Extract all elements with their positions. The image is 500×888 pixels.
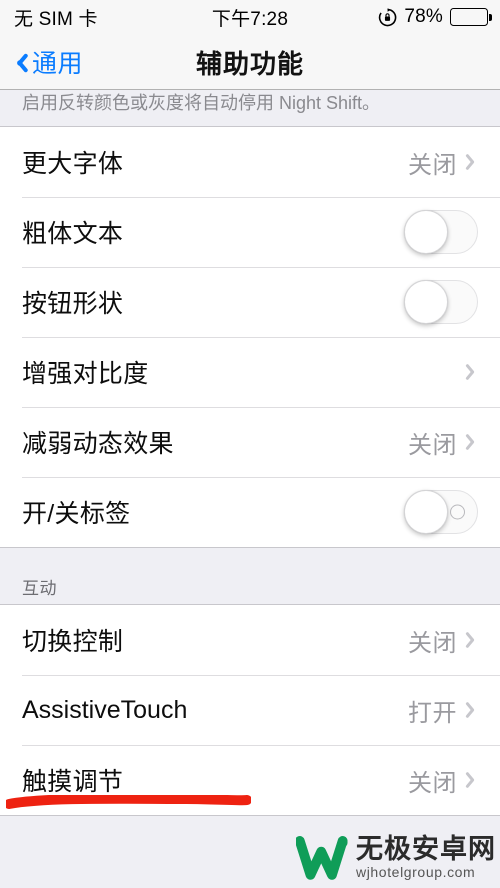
row-button-shapes[interactable]: 按钮形状 (0, 267, 500, 337)
row-bold-text[interactable]: 粗体文本 (0, 197, 500, 267)
chevron-right-icon (469, 770, 480, 790)
status-bar: 无 SIM 卡 下午7:28 78% (0, 0, 500, 34)
chevron-right-icon (469, 152, 480, 172)
row-reduce-motion[interactable]: 减弱动态效果 关闭 (0, 407, 500, 477)
chevron-right-icon (469, 630, 480, 650)
row-value: 关闭 (408, 431, 457, 459)
row-increase-contrast[interactable]: 增强对比度 (0, 337, 500, 407)
row-label: 减弱动态效果 (22, 430, 174, 458)
row-label: 开/关标签 (22, 500, 131, 528)
row-switch-control[interactable]: 切换控制 关闭 (0, 605, 500, 675)
row-value: 关闭 (408, 151, 457, 179)
switch-knob (404, 210, 448, 254)
status-bar-right: 78% (378, 0, 492, 34)
page-title: 辅助功能 (195, 48, 304, 79)
bold-text-switch[interactable] (404, 210, 478, 254)
interaction-settings-group: 切换控制 关闭 AssistiveTouch 打开 触摸调节 关闭 (0, 604, 500, 816)
row-touch-accommodations[interactable]: 触摸调节 关闭 (0, 745, 500, 815)
row-label: 粗体文本 (22, 220, 124, 248)
row-label: 触摸调节 (22, 768, 124, 796)
chevron-right-icon (469, 700, 480, 720)
settings-scroll-view[interactable]: 启用反转颜色或灰度将自动停用 Night Shift。 更大字体 关闭 粗体文本… (0, 90, 500, 888)
switch-knob (404, 280, 448, 324)
section-header-interaction: 互动 (22, 579, 57, 598)
row-value: 关闭 (408, 629, 457, 657)
row-label: AssistiveTouch (22, 695, 188, 724)
row-label: 按钮形状 (22, 290, 124, 318)
switch-knob (404, 490, 448, 534)
row-label: 增强对比度 (22, 360, 149, 388)
button-shapes-switch[interactable] (404, 280, 478, 324)
row-value: 关闭 (408, 769, 457, 797)
chevron-right-icon (469, 432, 480, 452)
row-larger-text[interactable]: 更大字体 关闭 (0, 127, 500, 197)
chevron-right-icon (469, 362, 480, 382)
rotation-lock-icon (378, 7, 397, 27)
battery-icon (450, 8, 492, 26)
switch-off-indicator-icon (450, 504, 465, 520)
vision-settings-group: 更大字体 关闭 粗体文本 按钮形状 增强对比度 减弱动态效果 关闭 开/关标签 (0, 126, 500, 548)
row-label: 更大字体 (22, 150, 124, 178)
ios-accessibility-settings-screen: 无 SIM 卡 下午7:28 78% 通用 辅助功能 启用反转颜色或灰度将自动停… (0, 0, 500, 888)
navigation-bar: 通用 辅助功能 (0, 34, 500, 90)
clock-label: 下午7:28 (211, 8, 289, 30)
battery-percent-label: 78% (404, 6, 443, 27)
row-value: 打开 (408, 699, 457, 727)
row-label: 切换控制 (22, 628, 124, 656)
on-off-labels-switch[interactable] (404, 490, 478, 534)
row-on-off-labels[interactable]: 开/关标签 (0, 477, 500, 547)
row-assistive-touch[interactable]: AssistiveTouch 打开 (0, 675, 500, 745)
night-shift-footer-note: 启用反转颜色或灰度将自动停用 Night Shift。 (22, 93, 381, 113)
